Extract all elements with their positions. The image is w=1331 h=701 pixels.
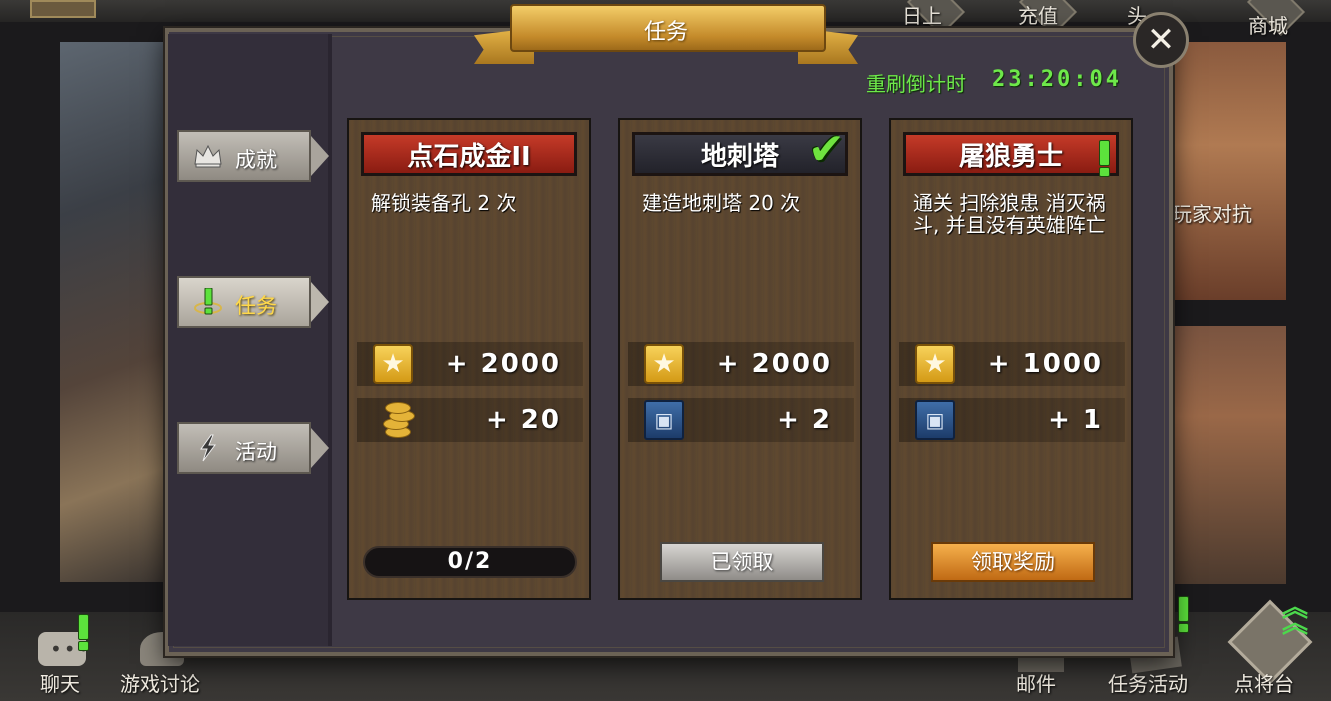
dialog-title: 任务 — [643, 20, 688, 45]
quest-card-2-title: 地刺塔 — [700, 141, 779, 172]
quest-card-3-title: 屠狼勇士 — [958, 141, 1063, 172]
quest-icon — [194, 288, 222, 315]
quest-card-3-description: 通关 扫除狼患 消灭祸斗, 并且没有英雄阵亡 — [913, 191, 1106, 237]
quest-card-2-reward-exp: ★ + 2000 — [628, 342, 854, 386]
star-icon: ★ — [373, 344, 413, 384]
claim-reward-button[interactable]: 领取奖励 — [931, 542, 1095, 582]
bottom-nav-mail[interactable]: 邮件 — [1016, 668, 1056, 697]
tab-achievements-label: 成就 — [235, 148, 277, 172]
reward-amount: + 2000 — [445, 349, 561, 379]
reward-amount: + 1000 — [987, 349, 1103, 379]
top-nav-shop[interactable]: 商城 — [1248, 10, 1288, 39]
quest-card-1-progress: 0/2 — [363, 546, 577, 578]
bottom-nav-chat[interactable]: 聊天 — [40, 668, 80, 697]
background-hero-art — [60, 42, 170, 582]
star-icon: ★ — [915, 344, 955, 384]
quest-card-1-reward-coin: + 20 — [357, 398, 583, 442]
quest-alert-icon — [1099, 140, 1110, 177]
quest-card-3: 屠狼勇士 通关 扫除狼患 消灭祸斗, 并且没有英雄阵亡 ★ + 1000 ▣ +… — [889, 118, 1133, 600]
quest-card-2: 地刺塔 ✔ 建造地刺塔 20 次 ★ + 2000 ▣ + 2 已领取 — [618, 118, 862, 600]
checkmark-icon: ✔ — [808, 124, 845, 175]
quest-card-2-description: 建造地刺塔 20 次 — [642, 191, 801, 215]
quest-card-3-header: 屠狼勇士 — [903, 132, 1119, 176]
lightning-icon — [200, 434, 216, 462]
upgrade-arrows-icon: ︽ ︽ — [1282, 593, 1309, 639]
chat-alert-icon — [78, 614, 89, 651]
tab-events-label: 活动 — [235, 440, 277, 464]
quest-card-2-reward-card: ▣ + 2 — [628, 398, 854, 442]
bottom-nav-general[interactable]: 点将台 — [1234, 668, 1294, 697]
coin-icon — [381, 400, 417, 440]
quest-card-3-reward-exp: ★ + 1000 — [899, 342, 1125, 386]
card-icon: ▣ — [915, 400, 955, 440]
quest-card-1: 点石成金II 解锁装备孔 2 次 ★ + 2000 + 20 0/2 — [347, 118, 591, 600]
tab-events[interactable]: 活动 — [177, 422, 329, 474]
progress-text: 0/2 — [447, 549, 493, 574]
star-icon: ★ — [644, 344, 684, 384]
pvp-mode-banner[interactable] — [1170, 42, 1286, 300]
crown-icon — [194, 144, 222, 168]
refresh-countdown-label: 重刷倒计时 — [866, 72, 966, 96]
battle-mode-banner[interactable] — [1170, 326, 1286, 584]
title-banner: 任务 — [474, 4, 858, 66]
tab-quests[interactable]: 任务 — [177, 276, 329, 328]
quest-card-1-description: 解锁装备孔 2 次 — [371, 191, 517, 215]
refresh-countdown-value: 23:20:04 — [992, 67, 1122, 92]
close-x-icon: ✕ — [1146, 20, 1176, 60]
claimed-button: 已领取 — [660, 542, 824, 582]
quest-card-1-header: 点石成金II — [361, 132, 577, 176]
quest-card-1-reward-exp: ★ + 2000 — [357, 342, 583, 386]
reward-amount: + 2 — [777, 405, 832, 435]
top-nav-recharge[interactable]: 充值 — [1018, 0, 1058, 29]
quest-card-3-reward-card: ▣ + 1 — [899, 398, 1125, 442]
bottom-nav-task-activity[interactable]: 任务活动 — [1108, 668, 1188, 697]
player-avatar[interactable] — [30, 0, 96, 18]
pvp-mode-label: 玩家对抗 — [1172, 202, 1252, 226]
quest-card-1-title: 点石成金II — [407, 141, 531, 172]
task-alert-icon — [1178, 596, 1189, 633]
tab-quests-label: 任务 — [235, 294, 277, 318]
tab-sidebar — [168, 34, 332, 646]
bottom-nav-forum[interactable]: 游戏讨论 — [120, 668, 200, 697]
top-nav-daily[interactable]: 日上 — [902, 0, 942, 29]
card-icon: ▣ — [644, 400, 684, 440]
reward-amount: + 2000 — [716, 349, 832, 379]
reward-amount: + 20 — [485, 405, 561, 435]
close-button[interactable]: ✕ — [1133, 12, 1189, 68]
tab-achievements[interactable]: 成就 — [177, 130, 329, 182]
reward-amount: + 1 — [1048, 405, 1103, 435]
